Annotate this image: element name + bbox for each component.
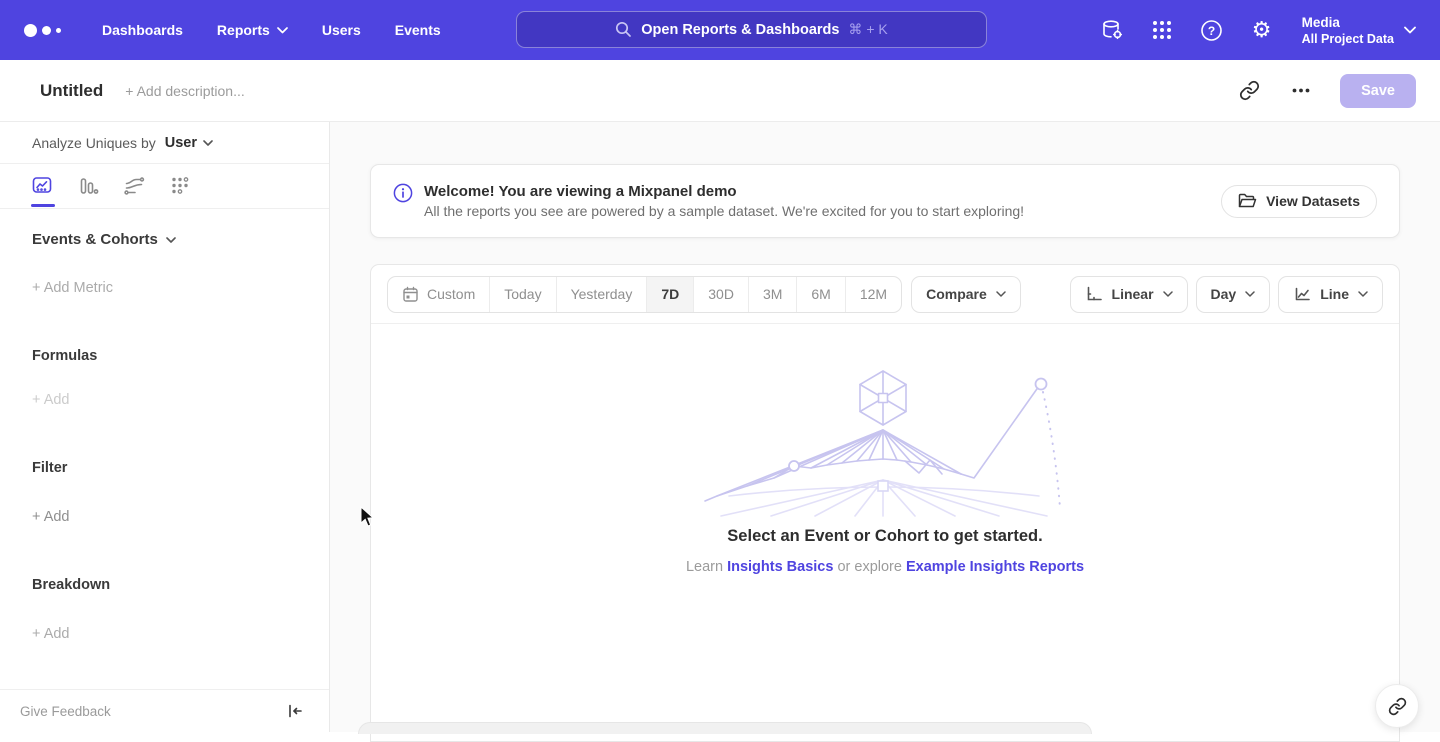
project-env: All Project Data [1302,31,1394,47]
chevron-down-icon [1358,291,1368,297]
link-icon [1388,697,1407,716]
range-30d[interactable]: 30D [693,277,748,312]
data-management-icon[interactable] [1100,18,1124,42]
line-chart-icon [1293,285,1311,303]
range-3m[interactable]: 3M [748,277,796,312]
add-metric-button[interactable]: + Add Metric [32,280,329,296]
chevron-down-icon [203,140,213,146]
analyze-label: Analyze Uniques by [32,135,156,151]
nav-events[interactable]: Events [395,22,441,38]
calendar-icon [402,286,419,303]
interval-selector[interactable]: Day [1196,276,1271,313]
empty-state-illustration [699,368,1071,518]
chart-toolbar: Custom Today Yesterday 7D 30D 3M 6M 12M … [371,265,1399,324]
add-breakdown-button[interactable]: + Add [32,626,329,642]
range-7d[interactable]: 7D [646,277,693,312]
banner-subtitle: All the reports you see are powered by a… [424,203,1024,219]
svg-text:?: ? [1208,24,1215,38]
selected-tab-indicator [31,204,55,207]
insights-basics-link[interactable]: Insights Basics [727,559,833,575]
settings-gear-icon[interactable]: ⚙ [1250,18,1274,42]
nav-users[interactable]: Users [322,22,361,38]
search-icon [615,21,632,38]
flows-icon [123,175,145,197]
formulas-section-title: Formulas [32,348,329,364]
chevron-down-icon [1245,291,1255,297]
banner-title: Welcome! You are viewing a Mixpanel demo [424,183,1024,200]
main-content: Welcome! You are viewing a Mixpanel demo… [330,122,1440,732]
range-today[interactable]: Today [489,277,555,312]
welcome-banner: Welcome! You are viewing a Mixpanel demo… [370,164,1400,238]
analyze-entity-dropdown[interactable]: User [165,135,213,151]
range-12m[interactable]: 12M [845,277,901,312]
pivot-dots-icon [169,175,191,197]
range-6m[interactable]: 6M [796,277,844,312]
nav-reports[interactable]: Reports [217,22,288,38]
chart-type-selector[interactable]: Line [1278,276,1383,313]
empty-state-title: Select an Event or Cohort to get started… [727,527,1042,546]
range-custom[interactable]: Custom [388,277,489,312]
query-builder-sidebar: Analyze Uniques by User [0,122,330,732]
add-formula-button[interactable]: + Add [32,392,329,408]
compare-button[interactable]: Compare [911,276,1021,313]
add-description-field[interactable]: + Add description... [125,83,244,99]
folder-icon [1238,193,1257,209]
collapsed-panel-edge[interactable] [358,722,1092,734]
share-link-fab[interactable] [1375,684,1419,728]
view-datasets-button[interactable]: View Datasets [1221,185,1377,218]
tab-flows[interactable] [122,174,146,198]
linear-axes-icon [1085,285,1103,303]
chevron-down-icon [277,27,288,34]
scale-selector[interactable]: Linear [1070,276,1188,313]
insights-line-icon [31,175,53,197]
filter-section-title: Filter [32,460,329,476]
add-filter-button[interactable]: + Add [32,509,329,525]
search-shortcut: ⌘ + K [848,21,887,38]
project-name: Media [1302,14,1394,31]
learn-prefix: Learn [686,559,723,575]
help-icon[interactable]: ? [1200,18,1224,42]
middle-text: or explore [837,559,901,575]
empty-state: Select an Event or Cohort to get started… [371,324,1399,575]
give-feedback-link[interactable]: Give Feedback [20,704,111,719]
tab-bar-chart[interactable] [76,174,100,198]
tab-pivot[interactable] [168,174,192,198]
info-icon [393,183,413,203]
events-cohorts-section[interactable]: Events & Cohorts [32,231,329,248]
search-input[interactable]: Open Reports & Dashboards ⌘ + K [516,11,987,48]
report-title[interactable]: Untitled [40,81,103,101]
top-nav: Dashboards Reports Users Events Open Rep… [0,0,1440,60]
search-placeholder: Open Reports & Dashboards [641,22,839,38]
insights-chart-card: Custom Today Yesterday 7D 30D 3M 6M 12M … [370,264,1400,742]
date-range-control: Custom Today Yesterday 7D 30D 3M 6M 12M [387,276,902,313]
apps-grid-icon[interactable] [1150,18,1174,42]
save-button[interactable]: Save [1340,74,1416,108]
chevron-down-icon [1163,291,1173,297]
breakdown-section-title: Breakdown [32,577,329,593]
nav-dashboards[interactable]: Dashboards [102,22,183,38]
chevron-down-icon [1404,26,1416,34]
project-selector[interactable]: Media All Project Data [1302,14,1416,47]
more-options-icon[interactable] [1288,78,1314,104]
chevron-down-icon [166,237,176,243]
report-header: Untitled + Add description... Save [0,60,1440,122]
bar-chart-icon [77,175,99,197]
collapse-sidebar-icon[interactable] [287,703,303,719]
example-reports-link[interactable]: Example Insights Reports [906,559,1084,575]
empty-state-links: Learn Insights Basics or explore Example… [686,559,1084,575]
tab-insights-line[interactable] [30,174,54,198]
copy-link-icon[interactable] [1236,78,1262,104]
mixpanel-logo[interactable] [24,24,70,37]
chevron-down-icon [996,291,1006,297]
range-yesterday[interactable]: Yesterday [556,277,647,312]
